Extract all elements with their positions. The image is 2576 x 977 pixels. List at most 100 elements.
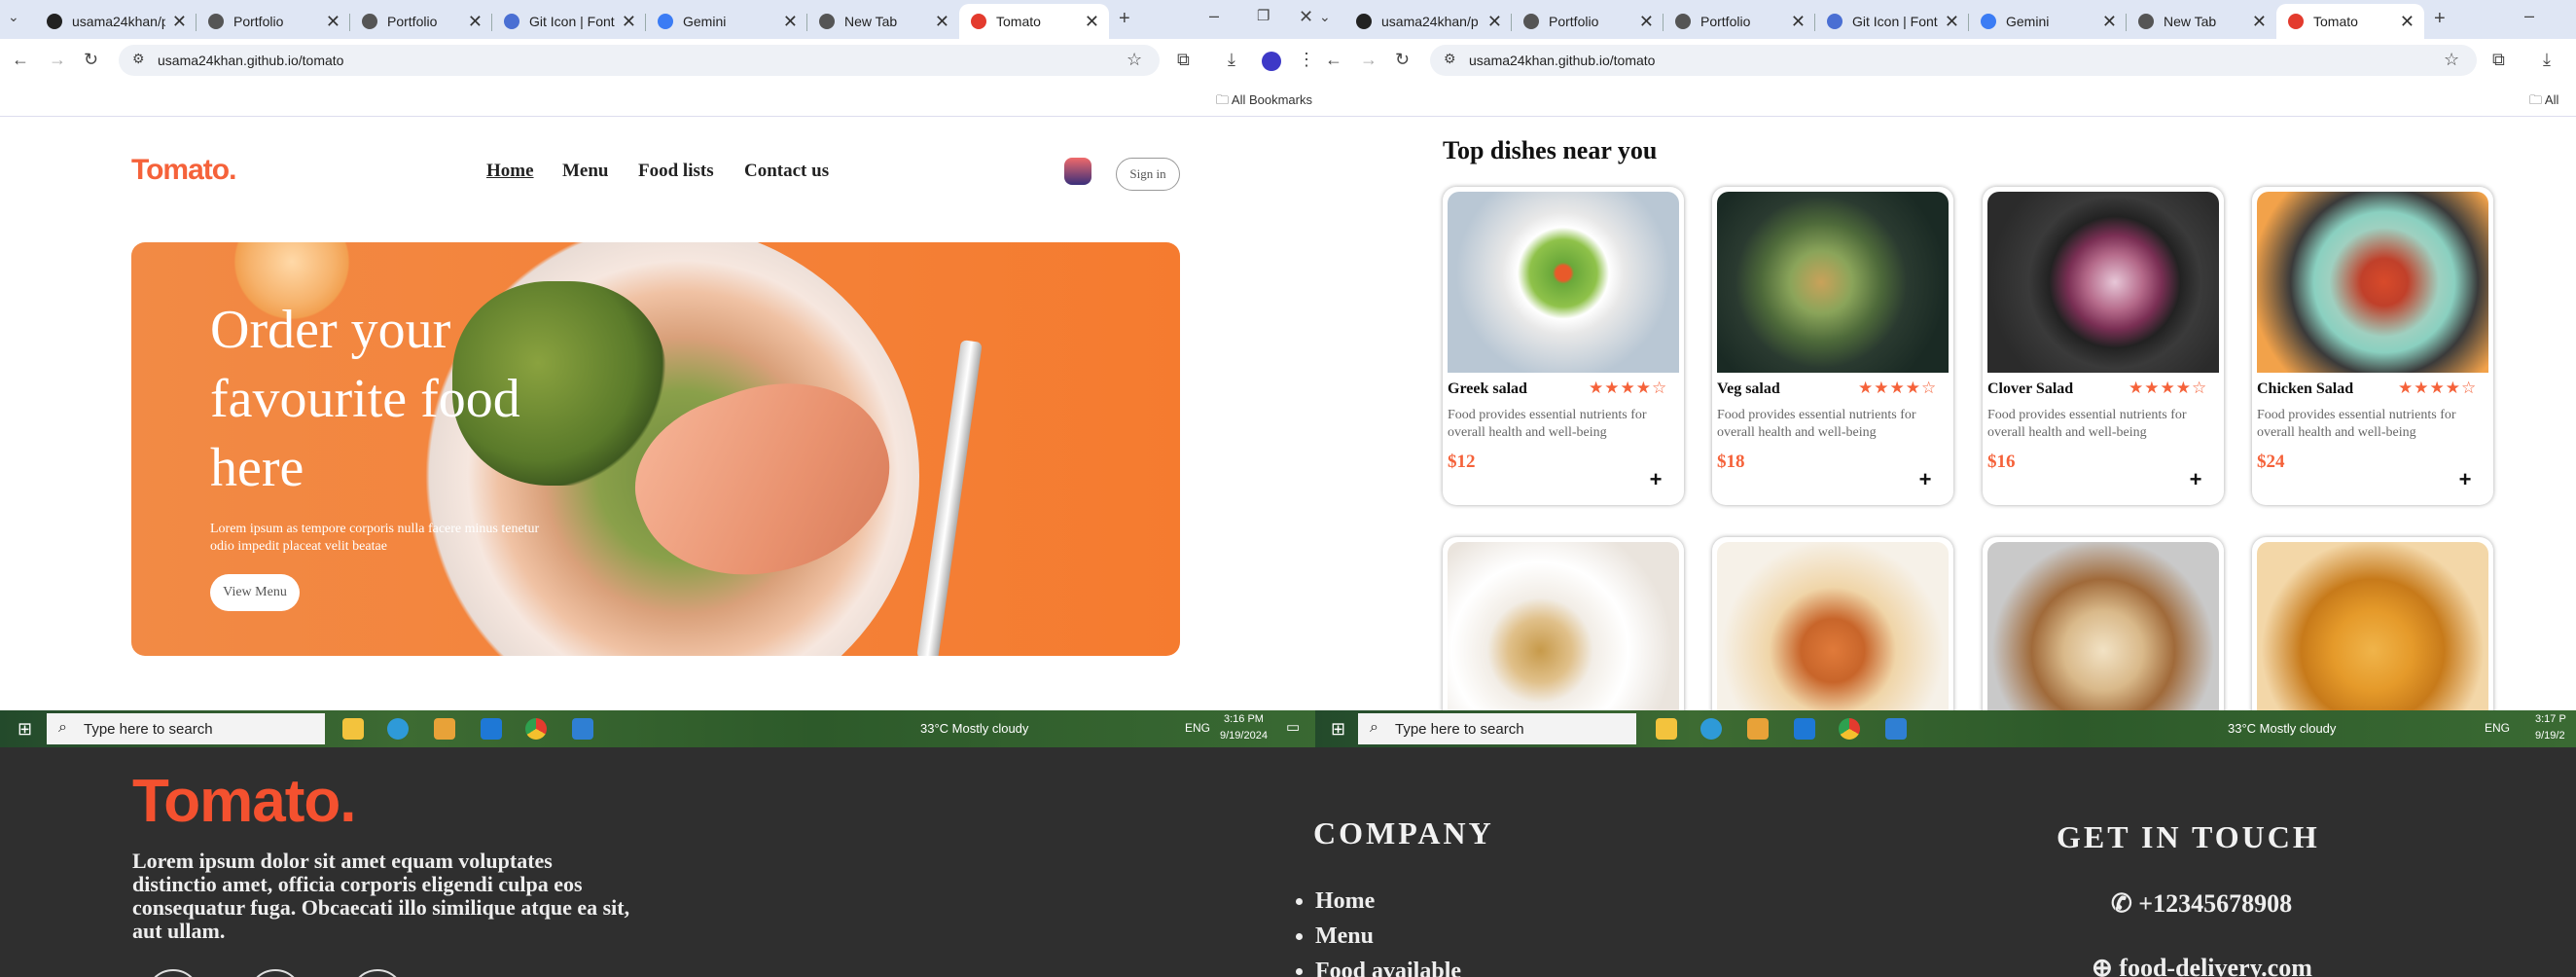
vscode-icon[interactable] bbox=[572, 718, 593, 740]
taskbar-search[interactable]: ⌕ Type here to search bbox=[1358, 713, 1636, 744]
tab-search-icon[interactable]: ⌄ bbox=[8, 10, 19, 23]
notification-icon[interactable]: ▭ bbox=[1286, 720, 1300, 735]
nav-home[interactable]: Home bbox=[486, 161, 534, 182]
footer-link-food-available[interactable]: Food available bbox=[1315, 954, 1461, 977]
close-tab-icon[interactable]: ✕ bbox=[1487, 12, 1502, 32]
add-to-cart-button[interactable]: + bbox=[2180, 464, 2211, 495]
back-icon[interactable]: ← bbox=[12, 51, 29, 68]
dish-card[interactable] bbox=[2252, 537, 2493, 710]
clock-date[interactable]: 9/19/2 bbox=[2535, 730, 2565, 742]
file-explorer-icon[interactable] bbox=[342, 718, 364, 740]
new-tab-icon[interactable]: + bbox=[2434, 9, 2446, 28]
dish-card[interactable] bbox=[1443, 537, 1684, 710]
mail-icon[interactable] bbox=[481, 718, 502, 740]
dish-card-chicken-salad[interactable]: Chicken Salad ★★★★☆ Food provides essentia… bbox=[2252, 187, 2493, 505]
extensions-icon[interactable]: ⧉ bbox=[2492, 51, 2505, 68]
bookmark-star-icon[interactable]: ☆ bbox=[2444, 51, 2459, 68]
mail-icon[interactable] bbox=[1794, 718, 1815, 740]
minimize-icon[interactable]: – bbox=[1209, 7, 1219, 24]
add-to-cart-button[interactable]: + bbox=[1640, 464, 1671, 495]
tab-gemini[interactable]: Gemini ✕ bbox=[646, 4, 807, 39]
tab-portfolio[interactable]: Portfolio ✕ bbox=[350, 4, 492, 39]
add-to-cart-button[interactable]: + bbox=[1910, 464, 1941, 495]
close-tab-icon[interactable]: ✕ bbox=[1791, 12, 1806, 32]
language-indicator[interactable]: ENG bbox=[1185, 721, 1210, 735]
tab-usama24khan-p[interactable]: usama24khan/p ✕ bbox=[1344, 4, 1512, 39]
windows-start-icon[interactable]: ⊞ bbox=[1331, 720, 1345, 738]
reload-icon[interactable]: ↻ bbox=[1395, 51, 1410, 68]
footer-email[interactable]: ⊕ food-delivery.com bbox=[2092, 954, 2312, 977]
dish-card-greek-salad[interactable]: Greek salad ★★★★☆ Food provides essential … bbox=[1443, 187, 1684, 505]
close-tab-icon[interactable]: ✕ bbox=[468, 12, 483, 32]
clock-date[interactable]: 9/19/2024 bbox=[1220, 730, 1268, 742]
vscode-icon[interactable] bbox=[1885, 718, 1907, 740]
store-icon[interactable] bbox=[1747, 718, 1769, 740]
tab-portfolio[interactable]: Portfolio ✕ bbox=[1664, 4, 1815, 39]
chrome-icon[interactable] bbox=[525, 718, 547, 740]
file-explorer-icon[interactable] bbox=[1656, 718, 1677, 740]
dish-card[interactable] bbox=[1712, 537, 1953, 710]
tab-new-tab[interactable]: New Tab ✕ bbox=[2127, 4, 2276, 39]
weather-widget[interactable]: 33°C Mostly cloudy bbox=[920, 721, 1028, 736]
clock-time[interactable]: 3:16 PM bbox=[1224, 713, 1264, 725]
close-tab-icon[interactable]: ✕ bbox=[326, 12, 340, 32]
linkedin-icon[interactable] bbox=[350, 969, 405, 977]
dish-card-clover-salad[interactable]: Clover Salad ★★★★☆ Food provides essential… bbox=[1983, 187, 2224, 505]
new-tab-icon[interactable]: + bbox=[1119, 9, 1130, 28]
profile-avatar[interactable] bbox=[1262, 52, 1281, 71]
all-bookmarks[interactable]: 🗀 All bbox=[2529, 91, 2558, 113]
extensions-icon[interactable]: ⧉ bbox=[1177, 51, 1190, 68]
minimize-icon[interactable]: – bbox=[2524, 7, 2534, 24]
clock-time[interactable]: 3:17 P bbox=[2535, 713, 2566, 725]
site-logo[interactable]: Tomato. bbox=[131, 154, 236, 187]
forward-icon[interactable]: → bbox=[49, 51, 66, 68]
close-tab-icon[interactable]: ✕ bbox=[1085, 12, 1099, 32]
weather-widget[interactable]: 33°C Mostly cloudy bbox=[2228, 721, 2336, 736]
view-menu-button[interactable]: View Menu bbox=[210, 574, 300, 611]
nav-contact-us[interactable]: Contact us bbox=[744, 161, 829, 182]
tab-portfolio[interactable]: Portfolio ✕ bbox=[197, 4, 350, 39]
reload-icon[interactable]: ↻ bbox=[84, 51, 98, 68]
download-icon[interactable]: ⤓ bbox=[2543, 51, 2551, 68]
facebook-icon[interactable] bbox=[146, 969, 200, 977]
language-indicator[interactable]: ENG bbox=[2485, 721, 2510, 735]
tab-tomato[interactable]: Tomato ✕ bbox=[2276, 4, 2424, 39]
forward-icon[interactable]: → bbox=[1360, 51, 1377, 68]
footer-logo[interactable]: Tomato. bbox=[132, 767, 356, 836]
edge-icon[interactable] bbox=[1700, 718, 1722, 740]
store-icon[interactable] bbox=[434, 718, 455, 740]
tab-portfolio[interactable]: Portfolio ✕ bbox=[1512, 4, 1664, 39]
tab-usama24khan-p[interactable]: usama24khan/p ✕ bbox=[35, 4, 197, 39]
footer-link-home[interactable]: Home bbox=[1315, 884, 1461, 919]
edge-icon[interactable] bbox=[387, 718, 409, 740]
close-tab-icon[interactable]: ✕ bbox=[172, 12, 187, 32]
footer-link-menu[interactable]: Menu bbox=[1315, 919, 1461, 954]
address-bar[interactable]: ⚙ usama24khan.github.io/tomato ☆ bbox=[1430, 45, 2477, 76]
tab-git-icon-font-a[interactable]: Git Icon | Font A ✕ bbox=[1815, 4, 1969, 39]
basket-icon[interactable] bbox=[1064, 158, 1091, 185]
chrome-icon[interactable] bbox=[1839, 718, 1860, 740]
windows-start-icon[interactable]: ⊞ bbox=[18, 720, 32, 738]
close-tab-icon[interactable]: ✕ bbox=[2102, 12, 2117, 32]
close-tab-icon[interactable]: ✕ bbox=[1945, 12, 1959, 32]
sign-in-button[interactable]: Sign in bbox=[1116, 158, 1180, 191]
nav-food-lists[interactable]: Food lists bbox=[638, 161, 714, 182]
tab-new-tab[interactable]: New Tab ✕ bbox=[807, 4, 959, 39]
add-to-cart-button[interactable]: + bbox=[2450, 464, 2481, 495]
tab-tomato[interactable]: Tomato ✕ bbox=[959, 4, 1109, 39]
back-icon[interactable]: ← bbox=[1325, 51, 1342, 68]
footer-phone[interactable]: ✆ +12345678908 bbox=[2111, 889, 2292, 919]
all-bookmarks[interactable]: 🗀 All Bookmarks bbox=[1216, 91, 1312, 113]
dish-card[interactable] bbox=[1983, 537, 2224, 710]
close-tab-icon[interactable]: ✕ bbox=[935, 12, 949, 32]
close-tab-icon[interactable]: ✕ bbox=[622, 12, 636, 32]
address-bar[interactable]: ⚙ usama24khan.github.io/tomato ☆ bbox=[119, 45, 1160, 76]
restore-icon[interactable]: ❐ bbox=[1257, 9, 1270, 23]
site-info-icon[interactable]: ⚙ bbox=[1444, 52, 1456, 65]
site-info-icon[interactable]: ⚙ bbox=[132, 52, 145, 65]
close-tab-icon[interactable]: ✕ bbox=[1639, 12, 1654, 32]
tab-search-icon[interactable]: ⌄ bbox=[1319, 10, 1331, 23]
nav-menu[interactable]: Menu bbox=[562, 161, 609, 182]
twitter-icon[interactable] bbox=[248, 969, 303, 977]
close-tab-icon[interactable]: ✕ bbox=[783, 12, 798, 32]
